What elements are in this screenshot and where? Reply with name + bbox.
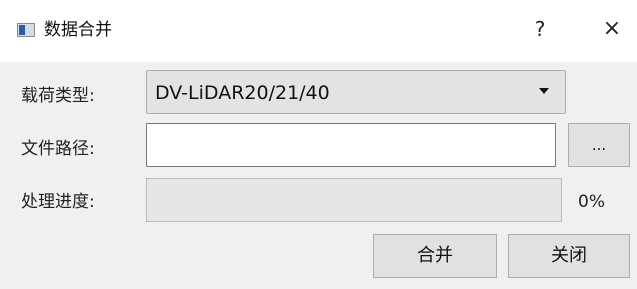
merge-dialog: 载荷类型: DV-LiDAR20/21/40 文件路径: ... 处理进度: 0… xyxy=(0,62,637,289)
file-path-label: 文件路径: xyxy=(21,139,95,159)
payload-type-value: DV-LiDAR20/21/40 xyxy=(155,82,330,104)
payload-type-label: 载荷类型: xyxy=(21,86,95,106)
window-title: 数据合并 xyxy=(44,20,112,40)
app-icon xyxy=(17,23,35,37)
progress-bar xyxy=(146,178,562,222)
help-button[interactable]: ? xyxy=(526,16,554,42)
window-close-button[interactable]: × xyxy=(598,16,626,42)
payload-type-select[interactable]: DV-LiDAR20/21/40 xyxy=(146,70,566,114)
merge-button[interactable]: 合并 xyxy=(373,234,497,278)
chevron-down-icon xyxy=(539,88,549,94)
progress-label: 处理进度: xyxy=(21,192,95,212)
browse-button[interactable]: ... xyxy=(568,123,630,167)
close-button[interactable]: 关闭 xyxy=(508,234,630,278)
progress-percent: 0% xyxy=(578,192,605,212)
file-path-input[interactable] xyxy=(146,123,556,167)
title-bar: 数据合并 ? × xyxy=(0,0,637,62)
